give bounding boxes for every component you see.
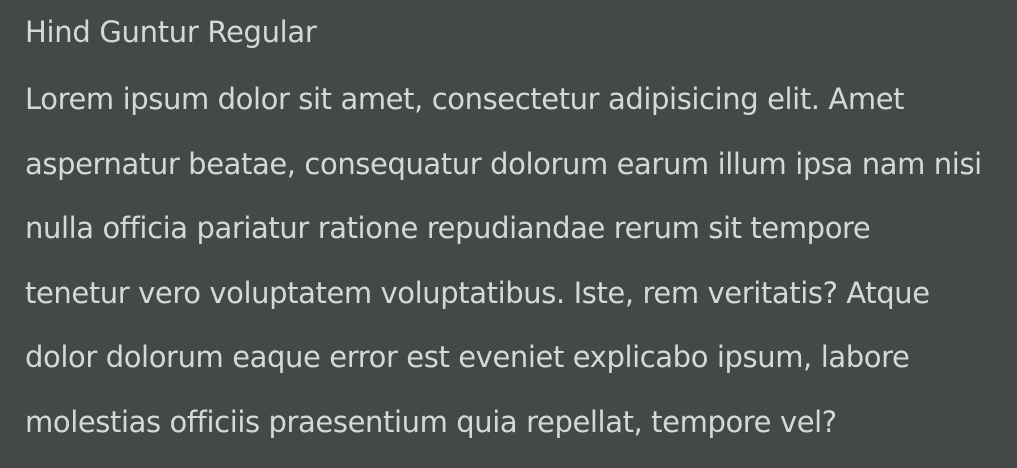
sample-line: tenetur vero voluptatem voluptatibus. Is…: [25, 275, 930, 310]
sample-line: nulla officia pariatur ratione repudiand…: [25, 211, 871, 246]
font-name-label: Hind Guntur Regular: [25, 15, 317, 49]
sample-line: molestias officiis praesentium quia repe…: [25, 404, 837, 439]
sample-paragraph: Lorem ipsum dolor sit amet, consectetur …: [25, 67, 1005, 455]
sample-line: Lorem ipsum dolor sit amet, consectetur …: [25, 82, 905, 116]
font-sample: Hind Guntur Regular Lorem ipsum dolor si…: [25, 0, 1005, 455]
sample-line: aspernatur beatae, consequatur dolorum e…: [25, 146, 982, 181]
sample-line: dolor dolorum eaque error est eveniet ex…: [25, 340, 910, 375]
